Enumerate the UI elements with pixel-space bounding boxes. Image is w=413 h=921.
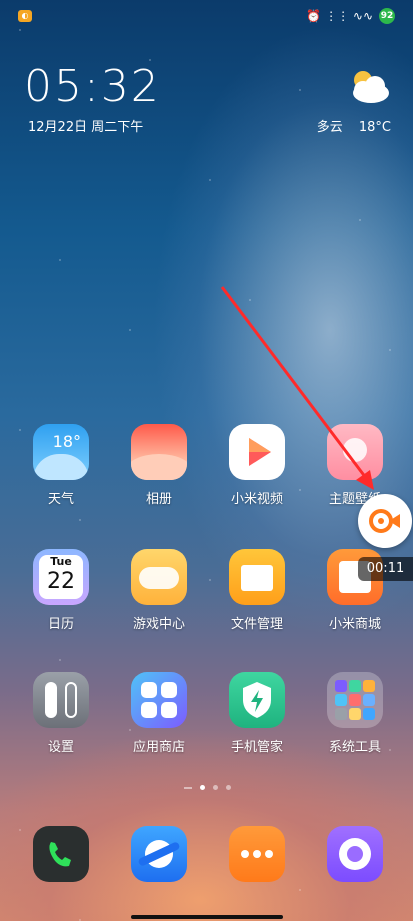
record-camera-icon <box>369 509 400 533</box>
annotation-arrow <box>220 286 374 490</box>
recording-timer: 00:11 <box>358 557 413 581</box>
screen-recorder-button[interactable] <box>358 494 412 548</box>
home-indicator[interactable] <box>131 915 283 919</box>
